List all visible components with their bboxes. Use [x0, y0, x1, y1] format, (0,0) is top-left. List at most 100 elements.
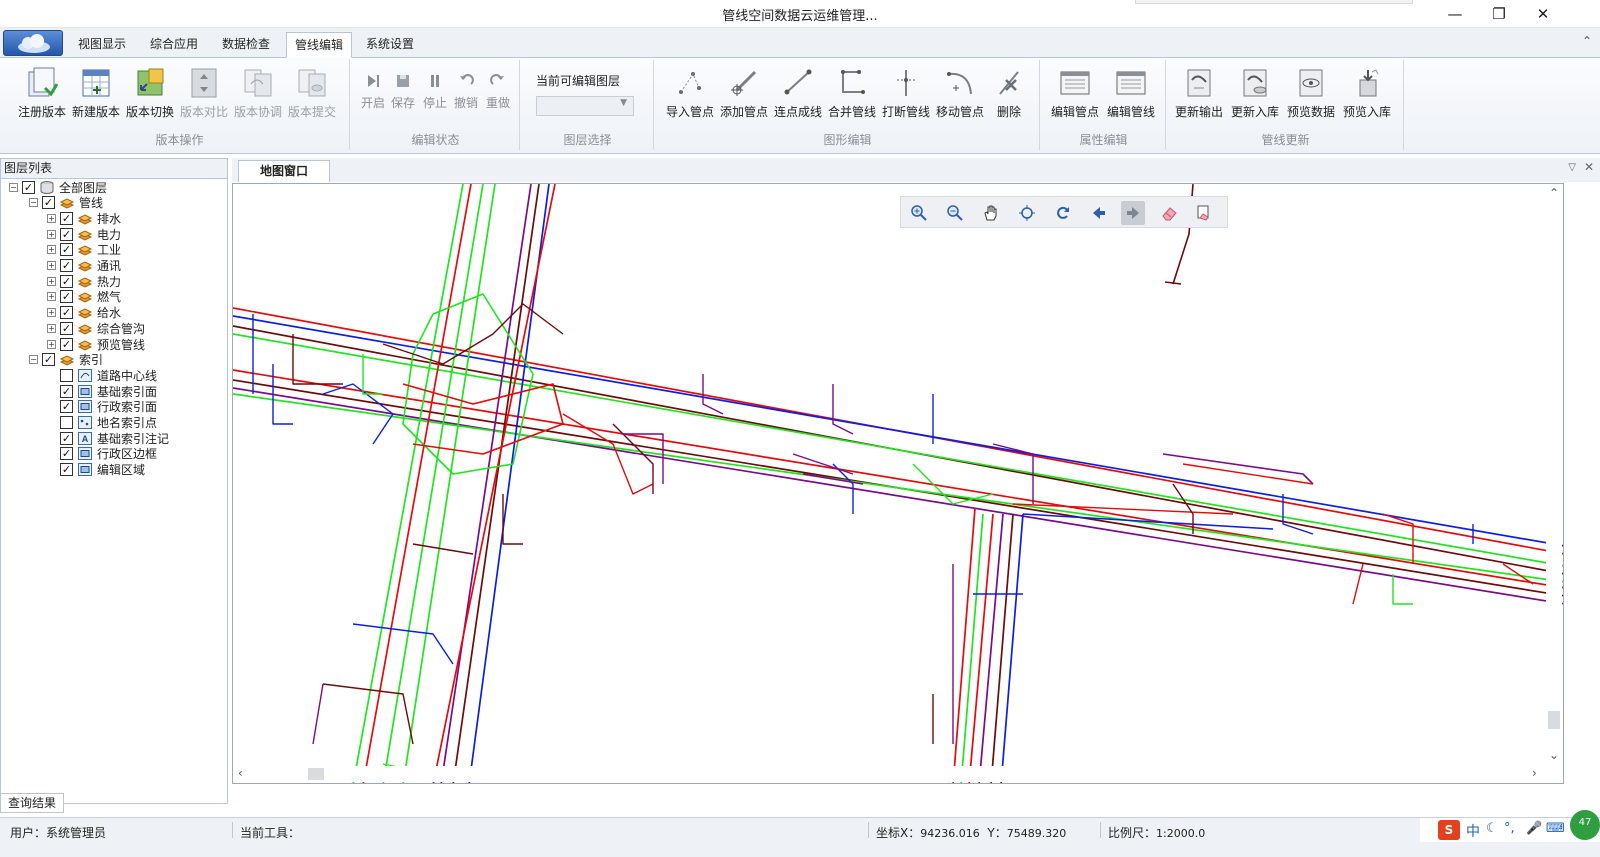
expand-toggle-icon[interactable]: −: [29, 198, 38, 208]
expand-toggle-icon[interactable]: +: [47, 323, 56, 333]
tree-group-pipelines[interactable]: − ✓ 管线: [29, 195, 103, 211]
pan-button[interactable]: [979, 201, 1003, 225]
clear-select-button[interactable]: [1191, 201, 1215, 225]
layer-checkbox[interactable]: ✓: [60, 259, 73, 272]
tree-item-index[interactable]: ✓ 行政区边框: [47, 446, 157, 462]
tree-root-all-layers[interactable]: − ✓ 全部图层: [9, 179, 107, 195]
tree-group-index[interactable]: − ✓ 索引: [29, 352, 103, 368]
expand-toggle-icon[interactable]: +: [47, 308, 56, 318]
stop-edit-button[interactable]: 停止: [422, 72, 448, 111]
editable-layer-select[interactable]: ▼: [536, 96, 634, 116]
forward-button[interactable]: [1121, 201, 1145, 225]
update-output-button[interactable]: 更新输出: [1172, 66, 1226, 120]
update-import-button[interactable]: 更新入库: [1228, 66, 1282, 120]
app-menu-button[interactable]: [3, 30, 63, 56]
zoom-in-button[interactable]: [907, 201, 931, 225]
coordinate-version-button[interactable]: 版本协调: [232, 66, 284, 120]
layer-checkbox[interactable]: ✓: [60, 243, 73, 257]
new-version-button[interactable]: 新建版本: [70, 66, 122, 120]
ribbon-collapse-icon[interactable]: ⌃: [1582, 34, 1592, 48]
main-road-pipe[interactable]: [233, 387, 1564, 605]
layer-checkbox[interactable]: ✓: [60, 290, 73, 304]
layer-checkbox[interactable]: ✓: [22, 180, 35, 194]
moon-icon[interactable]: ☾: [1486, 821, 1498, 836]
scroll-down-icon[interactable]: ⌄: [1549, 748, 1559, 762]
cross-road-pipe[interactable]: [978, 513, 1004, 784]
eraser-button[interactable]: [1157, 201, 1181, 225]
layer-checkbox[interactable]: ✓: [60, 321, 73, 335]
layer-checkbox[interactable]: ✓: [60, 447, 73, 461]
cross-road-pipe[interactable]: [990, 513, 1014, 784]
restore-button[interactable]: ❐: [1476, 0, 1522, 28]
expand-toggle-icon[interactable]: +: [47, 245, 56, 255]
full-extent-button[interactable]: [1015, 201, 1039, 225]
service-pipe[interactable]: [792, 453, 854, 475]
pipeline-network-map[interactable]: [233, 184, 1564, 784]
layer-checkbox[interactable]: ✓: [60, 384, 73, 398]
back-button[interactable]: [1087, 201, 1111, 225]
tree-item-pipeline[interactable]: + ✓ 给水: [47, 305, 121, 321]
layer-checkbox[interactable]: ✓: [60, 431, 73, 445]
layer-checkbox[interactable]: [60, 416, 73, 429]
preview-import-button[interactable]: 预览入库: [1340, 66, 1394, 120]
minimize-button[interactable]: —: [1432, 0, 1478, 28]
tree-item-index[interactable]: ✓ 行政索引面: [47, 399, 157, 415]
layer-checkbox[interactable]: ✓: [60, 337, 73, 351]
edit-point-attr-button[interactable]: 编辑管点: [1048, 66, 1102, 120]
scroll-up-icon[interactable]: ⌃: [1549, 186, 1559, 200]
tab-system-settings[interactable]: 系统设置: [358, 32, 422, 58]
layer-checkbox[interactable]: ✓: [60, 400, 73, 414]
tab-map-window[interactable]: 地图窗口: [238, 160, 330, 182]
expand-toggle-icon[interactable]: +: [47, 276, 56, 286]
tab-integrated-apps[interactable]: 综合应用: [142, 32, 206, 58]
tree-item-pipeline[interactable]: + ✓ 综合管沟: [47, 320, 145, 336]
sogou-ime-icon[interactable]: S: [1438, 820, 1460, 840]
save-edit-button[interactable]: 保存: [390, 72, 416, 111]
refresh-button[interactable]: [1051, 201, 1075, 225]
expand-toggle-icon[interactable]: +: [47, 261, 56, 270]
move-point-button[interactable]: 移动管点: [934, 66, 986, 120]
break-pipe-button[interactable]: 打断管线: [880, 66, 932, 120]
vertical-scroll-thumb[interactable]: [1548, 711, 1560, 729]
cross-road-pipe[interactable]: [432, 184, 556, 784]
expand-toggle-icon[interactable]: +: [47, 339, 56, 349]
horizontal-scrollbar[interactable]: ‹ ›: [236, 766, 1546, 782]
tree-item-index[interactable]: 地名索引点: [47, 415, 157, 431]
expand-toggle-icon[interactable]: −: [9, 182, 18, 192]
tab-data-check[interactable]: 数据检查: [214, 32, 278, 58]
expand-toggle-icon[interactable]: +: [47, 229, 56, 239]
tree-item-pipeline[interactable]: + ✓ 通讯: [47, 258, 121, 274]
zoom-out-button[interactable]: [943, 201, 967, 225]
service-pipe[interactable]: [623, 433, 664, 484]
tree-item-index[interactable]: ✓ A 基础索引注记: [47, 430, 169, 446]
microphone-icon[interactable]: 🎤: [1526, 821, 1542, 836]
redo-button[interactable]: 重做: [484, 72, 512, 111]
horizontal-scroll-thumb[interactable]: [308, 768, 324, 780]
tab-list-dropdown-icon[interactable]: ▽: [1568, 162, 1576, 173]
import-points-button[interactable]: 导入管点: [664, 66, 716, 120]
layer-checkbox[interactable]: [60, 368, 73, 382]
layer-checkbox[interactable]: ✓: [42, 353, 55, 367]
service-pipe[interactable]: [1182, 463, 1314, 485]
map-canvas[interactable]: [232, 183, 1564, 784]
service-pipe[interactable]: [312, 683, 324, 745]
main-road-pipe[interactable]: [233, 369, 1564, 589]
register-version-button[interactable]: 注册版本: [16, 66, 68, 120]
service-pipe[interactable]: [352, 623, 454, 665]
layer-checkbox[interactable]: ✓: [60, 211, 73, 225]
main-road-pipe[interactable]: [233, 333, 1564, 567]
cross-road-pipe[interactable]: [452, 184, 540, 784]
delete-button[interactable]: 删除: [988, 66, 1030, 120]
layer-checkbox[interactable]: ✓: [60, 306, 73, 320]
undo-button[interactable]: 撤销: [452, 72, 480, 111]
service-pipe[interactable]: [702, 374, 724, 415]
connect-points-button[interactable]: 连点成线: [772, 66, 824, 120]
start-edit-button[interactable]: 开启: [360, 72, 386, 111]
layer-checkbox[interactable]: ✓: [60, 463, 73, 477]
ime-language-label[interactable]: 中: [1466, 821, 1480, 841]
layer-checkbox[interactable]: ✓: [42, 196, 55, 210]
notification-badge[interactable]: 47: [1570, 810, 1600, 840]
intersection-pipe[interactable]: [382, 303, 564, 365]
service-pipe[interactable]: [832, 384, 854, 435]
query-results-tab[interactable]: 查询结果: [0, 793, 64, 813]
